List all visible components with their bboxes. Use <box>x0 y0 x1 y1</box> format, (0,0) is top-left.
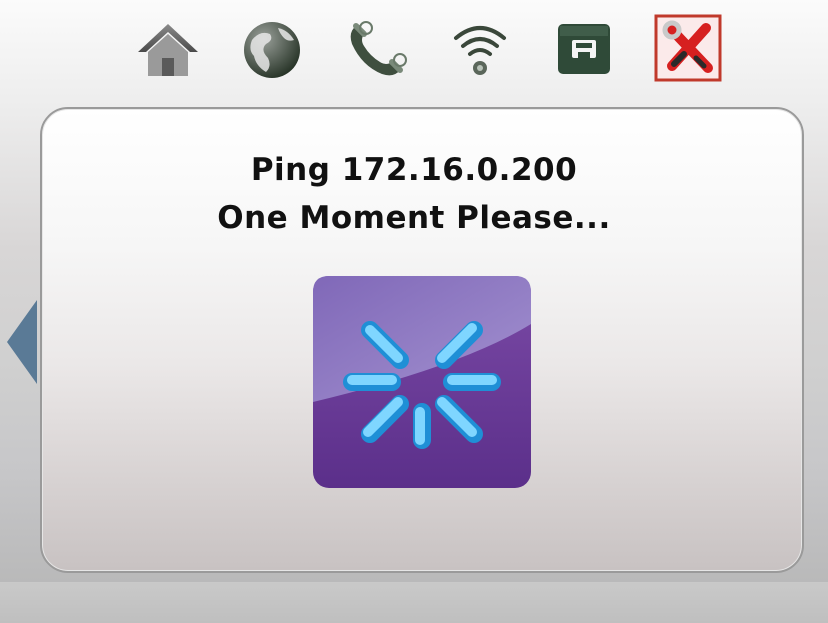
phone-button[interactable] <box>342 14 410 82</box>
ethernet-button[interactable] <box>550 14 618 82</box>
tools-icon <box>654 14 722 82</box>
loading-spinner-icon <box>313 276 531 488</box>
ping-status-text: Ping 172.16.0.200 <box>250 152 578 188</box>
wait-message: One Moment Please... <box>217 200 611 236</box>
globe-icon <box>244 22 300 78</box>
back-button[interactable] <box>7 300 37 384</box>
home-icon <box>138 24 198 76</box>
wifi-icon <box>454 26 506 75</box>
home-button[interactable] <box>134 14 202 82</box>
phone-icon <box>350 21 407 76</box>
top-toolbar <box>0 0 828 98</box>
loading-spinner <box>313 276 531 488</box>
internet-button[interactable] <box>238 14 306 82</box>
wifi-button[interactable] <box>446 14 514 82</box>
left-arrow-icon <box>7 300 37 384</box>
bottom-band <box>0 582 828 623</box>
ethernet-icon <box>558 24 610 74</box>
tools-button[interactable] <box>654 14 722 82</box>
